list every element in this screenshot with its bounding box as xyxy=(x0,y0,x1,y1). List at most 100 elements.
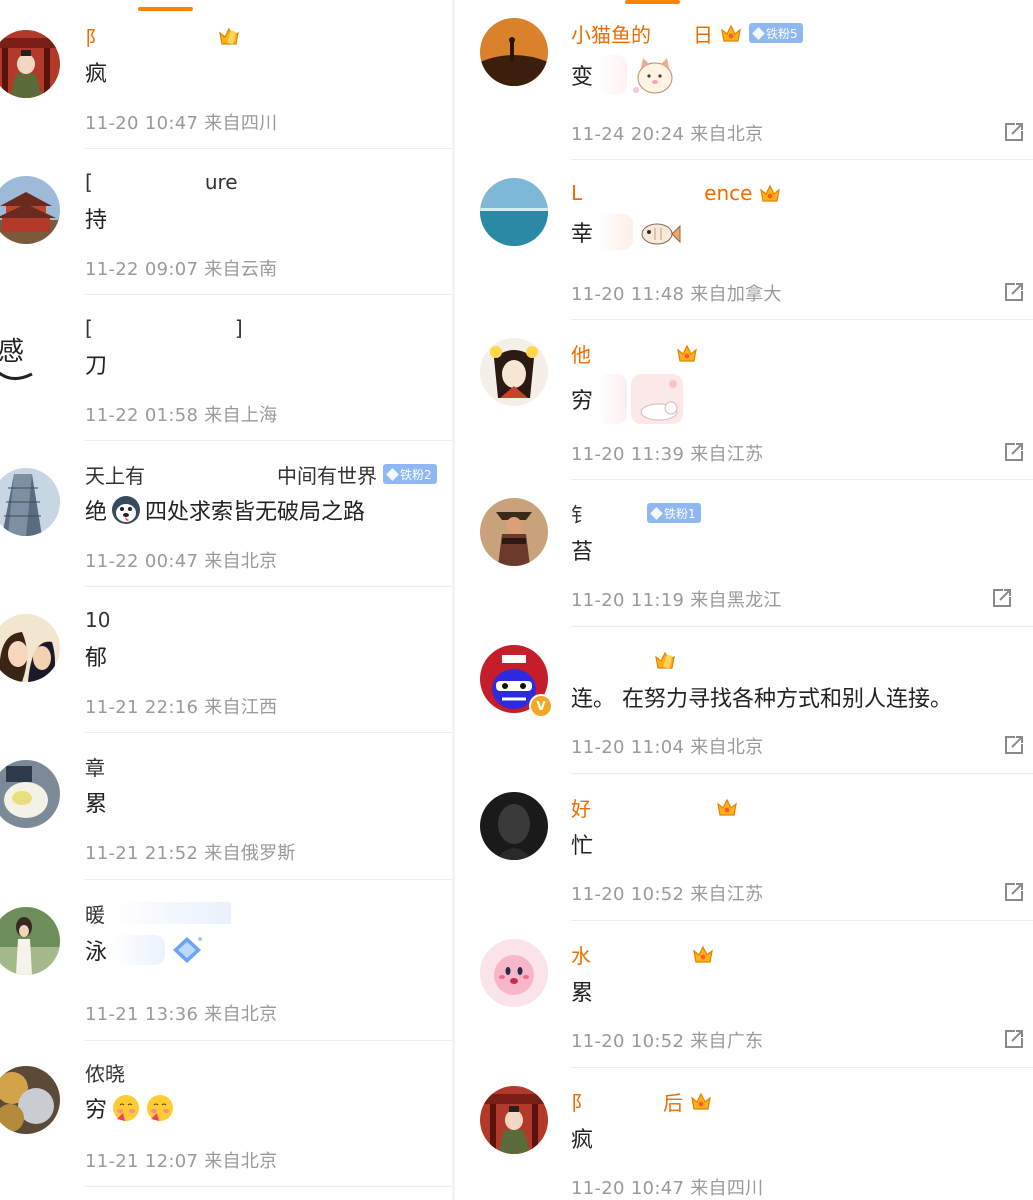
divider xyxy=(85,440,455,441)
avatar[interactable] xyxy=(0,468,60,536)
name-text[interactable]: 小猫鱼的 xyxy=(571,19,651,48)
divider xyxy=(85,1040,455,1041)
share-icon[interactable] xyxy=(1003,281,1025,303)
comment-item[interactable]: 钅 铁粉1 苔 11-20 11:19 来自黑龙江 xyxy=(455,494,1033,640)
husky-emoji-icon xyxy=(112,496,141,524)
share-icon[interactable] xyxy=(1003,1028,1025,1050)
comment-item[interactable]: 他 穷 11-20 11:39 来自江苏 xyxy=(455,334,1033,480)
commenter-name[interactable]: 10 xyxy=(85,605,110,635)
name-text[interactable]: [ xyxy=(85,170,93,194)
commenter-name[interactable]: 好 xyxy=(571,792,739,822)
name-tail[interactable]: ] xyxy=(235,316,243,340)
avatar[interactable] xyxy=(0,176,60,244)
name-text[interactable]: 章 xyxy=(85,752,105,781)
commenter-name[interactable]: 章 xyxy=(85,751,105,781)
comment-item[interactable]: 暖 泳 11-21 13:36 来自北京 xyxy=(0,893,455,1041)
comment-text: 连。 在努力寻找各种方式和别人连接。 xyxy=(571,687,952,712)
name-text[interactable]: 侬晓 xyxy=(85,1058,125,1087)
commenter-name[interactable]: 阝 xyxy=(85,21,241,51)
name-text[interactable]: 阝 xyxy=(571,1087,591,1116)
commenter-name[interactable]: L ence xyxy=(571,178,782,208)
avatar[interactable] xyxy=(0,614,60,682)
right-comment-list[interactable]: 小猫鱼的 日 铁粉5 变 11-24 20:24 来自北京 L ence 幸 1… xyxy=(455,0,1033,1200)
share-icon[interactable] xyxy=(1003,121,1025,143)
crown-icon xyxy=(677,344,697,362)
avatar[interactable] xyxy=(480,18,548,86)
diamond-icon xyxy=(650,506,663,520)
comment-text: 持 xyxy=(85,208,108,233)
comment-meta: 11-20 10:52 来自广东 xyxy=(571,1027,763,1053)
name-tail[interactable]: ure xyxy=(205,170,238,194)
avatar[interactable] xyxy=(0,760,60,828)
comment-text: 疯 xyxy=(85,62,108,87)
share-icon[interactable] xyxy=(1003,441,1025,463)
commenter-name[interactable]: 他 xyxy=(571,338,699,368)
fan-badge-label: 铁粉5 xyxy=(766,26,798,41)
avatar[interactable] xyxy=(0,907,60,975)
name-text[interactable]: 钅 xyxy=(571,499,591,528)
comment-location: 来自北京 xyxy=(690,124,764,145)
share-icon[interactable] xyxy=(1003,881,1025,903)
share-icon[interactable] xyxy=(1003,734,1025,756)
commenter-name[interactable]: 钅 铁粉1 xyxy=(571,498,701,528)
name-text[interactable]: 天上有 xyxy=(85,460,145,489)
avatar[interactable] xyxy=(480,178,548,246)
avatar[interactable] xyxy=(480,498,548,566)
comment-item[interactable]: 阝 疯 11-20 10:47 来自四川 xyxy=(0,16,455,149)
name-text[interactable]: 水 xyxy=(571,940,591,969)
divider xyxy=(571,159,1033,160)
name-text[interactable]: 好 xyxy=(571,793,591,822)
name-text[interactable]: 他 xyxy=(571,339,591,368)
comment-item[interactable]: L ence 幸 11-20 11:48 来自加拿大 xyxy=(455,174,1033,320)
commenter-name[interactable]: 小猫鱼的 日 铁粉5 xyxy=(571,18,803,48)
avatar[interactable] xyxy=(480,939,548,1007)
name-text[interactable]: 暖 xyxy=(85,899,105,928)
avatar[interactable]: 感 xyxy=(0,322,60,390)
commenter-name[interactable]: 侬晓 xyxy=(85,1057,125,1087)
name-tail[interactable]: 日 xyxy=(693,19,713,48)
comment-item[interactable]: 阝 后 疯 11-20 10:47 来自四川 xyxy=(455,1082,1033,1200)
commenter-name[interactable]: 天上有 中间有世界 铁粉2 xyxy=(85,459,437,489)
share-icon[interactable] xyxy=(991,587,1013,609)
name-tail[interactable]: 后 xyxy=(663,1087,683,1116)
name-text[interactable]: L xyxy=(571,181,582,205)
commenter-name[interactable]: 水 xyxy=(571,939,715,969)
commenter-name[interactable] xyxy=(571,645,677,675)
name-text[interactable]: [ xyxy=(85,316,93,340)
comment-text: 累 xyxy=(85,792,108,817)
name-text[interactable]: 阝 xyxy=(85,22,105,51)
crown-icon xyxy=(693,945,713,963)
comment-text: 累 xyxy=(571,981,594,1006)
comment-meta: 11-24 20:24 来自北京 xyxy=(571,120,763,146)
comment-item[interactable]: 感 [ ] 刀 11-22 01:58 来自上海 xyxy=(0,308,455,441)
avatar[interactable] xyxy=(480,338,548,406)
comment-item[interactable]: 侬晓 穷 11-21 12:07 来自北京 xyxy=(0,1052,455,1200)
comment-item[interactable]: 好 忙 11-20 10:52 来自江苏 xyxy=(455,788,1033,934)
comment-item[interactable]: 水 累 11-20 10:52 来自广东 xyxy=(455,935,1033,1081)
fish-sticker-icon xyxy=(641,223,681,245)
comment-time: 11-21 21:52 xyxy=(85,843,199,864)
comment-time: 11-20 10:47 xyxy=(85,113,199,134)
name-tail[interactable]: ence xyxy=(704,181,752,205)
avatar[interactable] xyxy=(480,1086,548,1154)
divider xyxy=(85,1186,455,1187)
comment-meta: 11-21 13:36 来自北京 xyxy=(85,1000,277,1026)
comment-item[interactable]: 小猫鱼的 日 铁粉5 变 11-24 20:24 来自北京 xyxy=(455,14,1033,160)
comment-item[interactable]: V 连。 在努力寻找各种方式和别人连接。 11-20 11:04 来自北京 xyxy=(455,641,1033,787)
commenter-name[interactable]: [ ] xyxy=(85,313,243,343)
crown-icon xyxy=(760,184,781,202)
name-tail[interactable]: 中间有世界 xyxy=(277,460,377,489)
comment-item[interactable]: [ ure 持 11-22 09:07 来自云南 xyxy=(0,162,455,295)
comment-item[interactable]: 10 郁 11-21 22:16 来自江西 xyxy=(0,600,455,733)
comment-item[interactable]: 天上有 中间有世界 铁粉2 绝 四处求索皆无破局之路 11-22 00:47 来… xyxy=(0,454,455,587)
avatar[interactable] xyxy=(0,30,60,98)
avatar[interactable] xyxy=(0,1066,60,1134)
commenter-name[interactable]: 暖 xyxy=(85,898,231,928)
name-text[interactable]: 10 xyxy=(85,608,110,632)
left-comment-list[interactable]: 阝 疯 11-20 10:47 来自四川 [ ure 持 11-22 09:07… xyxy=(0,0,455,1200)
commenter-name[interactable]: 阝 后 xyxy=(571,1086,713,1116)
comment-item[interactable]: 章 累 11-21 21:52 来自俄罗斯 xyxy=(0,746,455,892)
divider xyxy=(85,732,455,733)
commenter-name[interactable]: [ ure xyxy=(85,167,238,197)
avatar[interactable] xyxy=(480,792,548,860)
